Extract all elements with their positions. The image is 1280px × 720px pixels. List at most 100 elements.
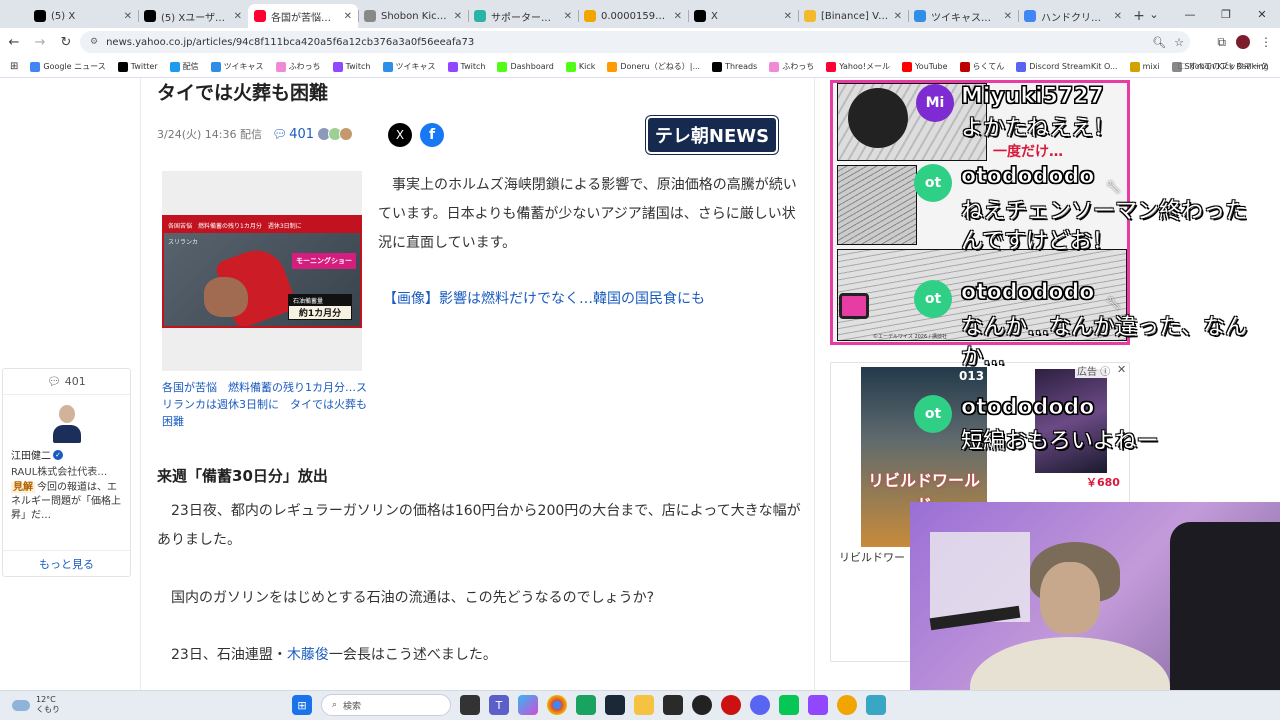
chat-text: 短編おもろいよねー xyxy=(961,429,1159,454)
paragraph-1: 23日夜、都内のレギュラーガソリンの価格は160円台から200円の大台まで、店に… xyxy=(157,503,801,548)
chat-username: otodododo xyxy=(960,280,1095,306)
comment-count-link[interactable]: 💬︎ 401 xyxy=(272,127,314,142)
image-header: 各国苦悩 燃料備蓄の残り1カ月分 週休3日制に xyxy=(164,217,360,233)
bookmark-item[interactable]: 配信 xyxy=(169,61,199,72)
expert-comment-card: 💬︎ 401 江田健二 ✓ RAUL株式会社代表… 見解 今回の報道は、エネルギー… xyxy=(2,368,131,577)
file-explorer-icon[interactable] xyxy=(634,695,654,715)
person-link[interactable]: 木藤俊 xyxy=(287,647,329,663)
bookmark-item[interactable]: Twitter xyxy=(117,61,158,72)
app-icon[interactable] xyxy=(663,695,683,715)
bookmark-item[interactable]: Twitch xyxy=(332,61,371,72)
chat-avatar: ot xyxy=(914,164,952,202)
bookmark-item[interactable]: Threads xyxy=(712,61,757,72)
x-logo-icon: X xyxy=(395,128,405,142)
chat-username: otodododo xyxy=(960,395,1095,421)
share-x-button[interactable]: X xyxy=(388,123,412,147)
bookmark-item[interactable]: Google ニュース xyxy=(30,61,106,72)
bookmark-item[interactable]: Kick xyxy=(565,61,595,72)
bookmark-icon xyxy=(712,61,723,72)
url-text: news.yahoo.co.jp/articles/94c8f111bca420… xyxy=(106,36,475,48)
browser-tab[interactable]: (5) X ✕ xyxy=(28,4,138,28)
browser-tab[interactable]: 0.00001595 | AXS ✕ xyxy=(578,4,688,28)
bookmark-item[interactable]: Twitch xyxy=(447,61,485,72)
lead-paragraph: 事実上のホルムズ海峡閉鎖による影響で、原油価格の高騰が続いています。日本よりも備… xyxy=(378,177,797,251)
bookmark-item[interactable]: ツイキャス xyxy=(382,61,436,72)
bookmark-icon xyxy=(607,61,618,72)
start-icon[interactable]: ⊞ xyxy=(292,695,312,715)
webcam-overlay xyxy=(910,502,1280,720)
verified-icon: ✓ xyxy=(53,449,63,460)
cloud-icon xyxy=(12,699,30,711)
x-icon xyxy=(694,10,706,22)
image-caption[interactable]: 各国が苦悩 燃料備蓄の残り1カ月分…スリランカは週休3日制に タイでは火葬も困難 xyxy=(162,379,367,430)
tab-title: (5) X xyxy=(51,10,76,22)
back-button[interactable]: ← xyxy=(2,30,26,54)
tab-title: Shobon Kick Rank xyxy=(381,10,450,22)
image-gallery-link[interactable]: 【画像】影響は燃料だけでなく…韓国の国民食にも xyxy=(383,288,705,308)
bookmark-item[interactable]: ツイキャス xyxy=(210,61,264,72)
book-2-price: ￥680 xyxy=(1086,476,1120,489)
close-tab-icon[interactable]: ✕ xyxy=(454,11,462,22)
site-info-icon[interactable]: ⚙ xyxy=(90,37,98,47)
reload-button[interactable]: ↻ xyxy=(54,30,78,54)
browser-tab[interactable]: 各国が苦悩 燃料 ✕ xyxy=(248,4,358,28)
expert-avatar[interactable] xyxy=(52,403,81,443)
section-heading: 来週「備蓄30日分」放出 xyxy=(157,467,328,485)
see-more-link[interactable]: もっと見る xyxy=(3,550,130,576)
card-comment-count[interactable]: 💬︎ 401 xyxy=(3,369,130,395)
paragraph-2: 国内のガソリンをはじめとする石油の流通は、この先どうなるのでしょうか? xyxy=(171,590,655,606)
task-view-icon[interactable] xyxy=(460,695,480,715)
chat-avatar: ot xyxy=(914,395,952,433)
close-tab-icon[interactable]: ✕ xyxy=(234,11,242,22)
bookmark-icon xyxy=(447,61,458,72)
forward-button[interactable]: → xyxy=(28,30,52,54)
app-icon[interactable] xyxy=(692,695,712,715)
facebook-logo-icon: f xyxy=(428,127,436,143)
browser-tab[interactable]: (5) Xユーザーの Yahoo ✕ xyxy=(138,4,248,28)
axs-icon xyxy=(584,10,596,22)
browser-tab[interactable]: Shobon Kick Rank ✕ xyxy=(358,4,468,28)
expert-name[interactable]: 江田健二 ✓ xyxy=(3,447,130,462)
publish-date: 3/24(火) 14:36 配信 xyxy=(157,128,262,141)
bookmark-item[interactable]: Doneru（どねる）|... xyxy=(607,61,700,72)
bookmark-icon xyxy=(169,61,180,72)
app-icon[interactable] xyxy=(837,695,857,715)
source-logo[interactable]: テレ朝NEWS xyxy=(646,116,778,154)
image-thumbnail: 各国苦悩 燃料備蓄の残り1カ月分 週休3日制に スリランカ モーニングショー 石… xyxy=(162,215,362,328)
chat-text: ねえチェンソーマン終わったんですけどお！ xyxy=(961,199,1248,254)
close-tab-icon[interactable]: ✕ xyxy=(344,11,352,22)
browser-tab[interactable]: サポーター・せんちょ ✕ xyxy=(468,4,578,28)
weather-widget[interactable]: 12°C くもり xyxy=(12,695,60,715)
article-image[interactable]: 各国苦悩 燃料備蓄の残り1カ月分 週休3日制に スリランカ モーニングショー 石… xyxy=(162,171,362,371)
bookmark-item[interactable]: Dashboard xyxy=(497,61,554,72)
share-facebook-button[interactable]: f xyxy=(420,123,444,147)
close-tab-icon[interactable]: ✕ xyxy=(564,11,572,22)
notepad-icon[interactable] xyxy=(866,695,886,715)
shobon-icon xyxy=(364,10,376,22)
expert-comment-text[interactable]: 見解 今回の報道は、エネルギー問題が「価格上昇」だ… xyxy=(3,478,130,523)
line-icon[interactable] xyxy=(779,695,799,715)
bookmark-icon xyxy=(565,61,576,72)
browser-tab[interactable]: X ✕ xyxy=(688,4,798,28)
book-1-caption[interactable]: リビルドワー xyxy=(839,549,905,565)
close-tab-icon[interactable]: ✕ xyxy=(784,11,792,22)
chat-avatar: ot xyxy=(914,280,952,318)
teams-icon[interactable]: T xyxy=(489,695,509,715)
record-icon[interactable] xyxy=(721,695,741,715)
chrome-icon[interactable] xyxy=(547,695,567,715)
discord-icon[interactable] xyxy=(750,695,770,715)
apps-icon[interactable]: ⊞ xyxy=(10,61,18,72)
article-title: タイでは火葬も困難 xyxy=(157,82,329,104)
tab-title: 各国が苦悩 燃料 xyxy=(271,12,340,24)
support-icon xyxy=(474,10,486,22)
bookmark-item[interactable]: ふわっち xyxy=(769,61,814,72)
app-icon[interactable] xyxy=(808,695,828,715)
copilot-icon[interactable] xyxy=(518,695,538,715)
steam-icon[interactable] xyxy=(605,695,625,715)
bookmark-icon xyxy=(497,61,508,72)
close-tab-icon[interactable]: ✕ xyxy=(674,11,682,22)
app-icon[interactable] xyxy=(576,695,596,715)
close-tab-icon[interactable]: ✕ xyxy=(124,11,132,22)
taskbar-search[interactable]: ⌕ 検索 xyxy=(321,694,451,716)
bookmark-item[interactable]: ふわっち xyxy=(275,61,321,72)
